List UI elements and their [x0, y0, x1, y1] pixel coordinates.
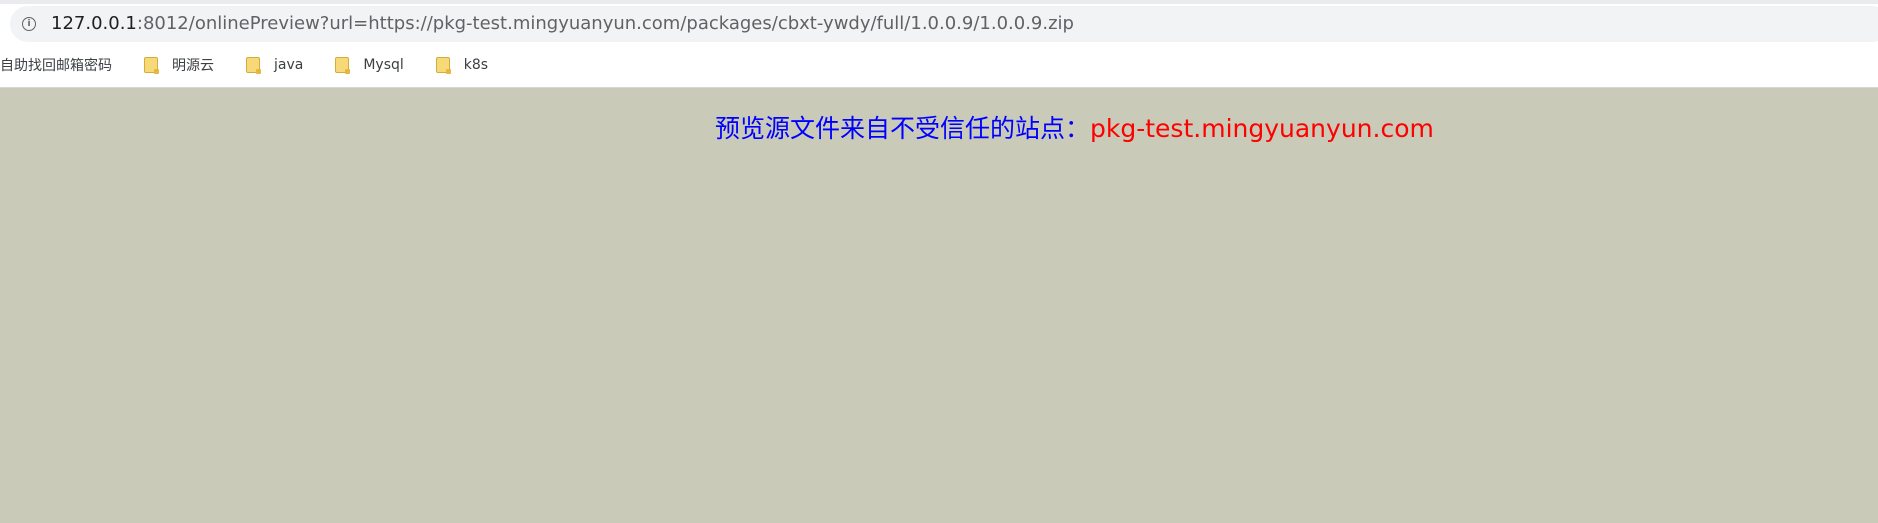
untrusted-source-message: 预览源文件来自不受信任的站点：pkg-test.mingyuanyun.com	[715, 112, 1434, 146]
bookmark-label: 明源云	[172, 58, 214, 74]
folder-icon	[144, 57, 159, 74]
bookmark-folder-mingyuanyun[interactable]: 明源云	[144, 51, 222, 79]
bookmark-label: k8s	[463, 57, 489, 73]
window-top-edge	[0, 0, 1878, 4]
untrusted-host: pkg-test.mingyuanyun.com	[1090, 114, 1434, 143]
bookmarks-bar: 自助找回邮箱密码 明源云 java Mysql k8s	[0, 50, 1878, 80]
folder-icon	[246, 57, 261, 74]
browser-chrome: i 127.0.0.1:8012/onlinePreview?url=https…	[0, 0, 1878, 88]
url-text[interactable]: 127.0.0.1:8012/onlinePreview?url=https:/…	[51, 6, 1074, 42]
bookmark-label: Mysql	[363, 57, 404, 73]
bookmark-email-password-recovery[interactable]: 自助找回邮箱密码	[0, 51, 120, 79]
bookmark-label: 自助找回邮箱密码	[0, 58, 112, 74]
bookmark-label: java	[274, 57, 304, 73]
bookmark-folder-k8s[interactable]: k8s	[435, 51, 496, 79]
folder-icon	[335, 57, 351, 74]
folder-icon	[435, 57, 451, 74]
address-bar[interactable]: i 127.0.0.1:8012/onlinePreview?url=https…	[10, 6, 1878, 42]
info-icon[interactable]: i	[22, 17, 36, 31]
url-path: :8012/onlinePreview?url=https://pkg-test…	[136, 13, 1074, 34]
url-host: 127.0.0.1	[51, 13, 137, 34]
warning-text: 预览源文件来自不受信任的站点：	[715, 114, 1091, 143]
bookmark-folder-mysql[interactable]: Mysql	[335, 51, 411, 79]
bookmark-folder-java[interactable]: java	[246, 51, 311, 79]
preview-page: 预览源文件来自不受信任的站点：pkg-test.mingyuanyun.com	[0, 88, 1878, 523]
